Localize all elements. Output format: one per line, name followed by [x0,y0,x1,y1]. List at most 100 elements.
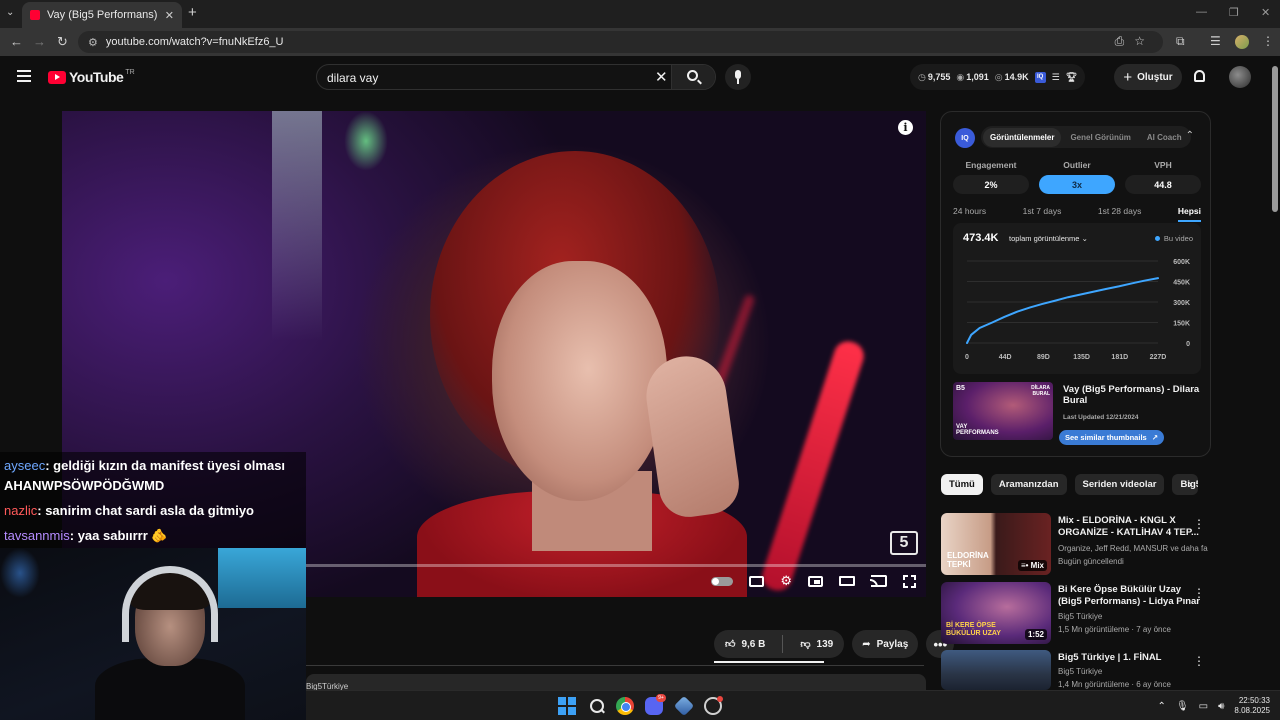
similar-thumbnails-button[interactable]: See similar thumbnails ↗ [1059,430,1164,445]
chip-series[interactable]: Seriden videolar [1074,474,1165,495]
search-button[interactable] [671,65,715,89]
theater-mode-icon[interactable] [839,576,855,586]
current-video-thumbnail[interactable]: B5 DİLARA BURAL VAY PERFORMANS [953,382,1053,440]
extensions-icon[interactable]: ⧉ [1176,34,1185,49]
rec-thumbnail[interactable] [941,650,1051,690]
filter-chips: Tümü Aramanızdan Seriden videolar Big5 [941,474,1199,495]
create-button[interactable]: + Oluştur [1114,64,1182,90]
divider [306,665,924,666]
range-7d[interactable]: 1st 7 days [1023,206,1062,222]
share-button[interactable]: ➦ Paylaş [852,630,919,658]
miniplayer-icon[interactable] [808,575,823,587]
volume-icon[interactable]: 🔊︎ [1218,701,1224,712]
tray-overflow-icon[interactable]: ⌃ [1158,701,1166,712]
subtitles-icon[interactable] [749,575,765,587]
app-icon[interactable] [673,695,695,717]
cast-icon[interactable] [870,575,887,587]
like-progress-underline [714,661,824,663]
browser-profile-avatar[interactable] [1235,35,1249,49]
list-item[interactable]: Bİ KERE ÖPSE BÜKÜLÜR UZAY 1:52 Bi Kere Ö… [941,582,1211,648]
external-link-icon: ↗ [1151,433,1158,442]
tab-search-icon[interactable]: ⌄ [6,7,14,18]
tab-ai-coach[interactable]: AI Coach [1140,128,1189,147]
fullscreen-icon[interactable] [903,574,916,588]
chrome-icon[interactable] [616,697,634,715]
forward-icon[interactable]: → [33,34,46,49]
list-item[interactable]: ELDORİNA TEPKİ ≡• Mix Mix - ELDORİNA - K… [941,513,1211,579]
tab-overview[interactable]: Genel Görünüm [1063,128,1137,147]
collapse-chevron-icon[interactable]: ⌃ [1186,130,1194,141]
range-28d[interactable]: 1st 28 days [1098,206,1141,222]
clear-search-icon[interactable]: ✕ [655,68,668,86]
dislike-button[interactable]: 👎︎ 139 [789,630,844,658]
chip-from-search[interactable]: Aramanızdan [990,474,1067,495]
chip-big5[interactable]: Big5 [1172,474,1199,495]
browser-menu-icon[interactable]: ⋮ [1262,34,1274,48]
new-tab-icon[interactable]: + [188,4,197,21]
scrollbar-thumb[interactable] [1272,66,1278,212]
search-input[interactable] [327,69,647,86]
rec-more-icon[interactable]: ⋮ [1193,586,1205,600]
rec-more-icon[interactable]: ⋮ [1193,517,1205,531]
rec-title[interactable]: Mix - ELDORİNA - KNGL X ORGANİZE - KATLİ… [1058,515,1201,539]
page-scrollbar[interactable] [1272,60,1278,690]
windows-start-icon[interactable] [558,697,576,715]
close-window-icon[interactable]: ✕ [1261,6,1270,19]
vidiq-stats-bar[interactable]: ◷ 9,755 ◉ 1,091 ◎ 14.9K IQ ☰ 🏆︎ [910,64,1086,90]
trophy-icon[interactable]: 🏆︎ [1066,72,1077,83]
clock-icon: ◷ [918,71,926,82]
rec-thumb-text: Bİ KERE ÖPSE BÜKÜLÜR UZAY [946,622,1001,637]
range-24h[interactable]: 24 hours [953,206,986,222]
account-avatar[interactable] [1229,66,1251,88]
rec-thumbnail[interactable]: Bİ KERE ÖPSE BÜKÜLÜR UZAY 1:52 [941,582,1051,644]
hamburger-menu-icon[interactable] [17,70,31,82]
like-button[interactable]: 👍︎ 9,6 B [714,630,776,658]
chip-all[interactable]: Tümü [941,474,983,495]
youtube-logo[interactable]: YouTube TR [48,69,135,85]
channel-watermark[interactable]: 5 [890,531,918,555]
windows-taskbar: 9+ ⌃ 🎙︎ ▭ 🔊︎ 22:50:33 8.08.2025 [306,690,1280,720]
thumb-caption: VAY PERFORMANS [956,424,999,436]
autoplay-toggle[interactable] [711,576,734,586]
address-bar[interactable]: ⚙ youtube.com/watch?v=fnuNkEfz6_U ⎙☆ [78,31,1163,53]
recording-app-icon[interactable] [704,696,723,715]
rec-title[interactable]: Bi Kere Öpse Bükülür Uzay (Big5 Performa… [1058,584,1201,608]
logo-wordmark: YouTube [69,69,124,85]
site-settings-icon[interactable]: ⚙ [88,36,98,49]
reading-list-icon[interactable]: ☰ [1210,34,1221,48]
y-tick-label: 600K [1173,259,1190,266]
clock[interactable]: 22:50:33 8.08.2025 [1234,696,1270,716]
vidiq-icon[interactable]: IQ [1034,71,1046,83]
restore-icon[interactable]: ❐ [1229,6,1239,19]
rec-channel[interactable]: Big5 Türkiye [1058,612,1208,621]
rec-thumbnail[interactable]: ELDORİNA TEPKİ ≡• Mix [941,513,1051,575]
minimize-icon[interactable]: — [1196,6,1207,18]
taskbar-search-icon[interactable] [588,697,606,715]
back-icon[interactable]: ← [10,34,23,49]
info-card-icon[interactable]: i [898,120,913,135]
voice-search-icon[interactable] [725,64,751,90]
microphone-icon[interactable]: 🎙︎ [1176,701,1189,712]
background-monitor [218,548,306,608]
rec-more-icon[interactable]: ⋮ [1193,654,1205,668]
network-icon[interactable]: ▭ [1199,701,1208,712]
rec-meta: Bugün güncellendi [1058,557,1124,566]
tab-views[interactable]: Görüntülenmeler [983,127,1062,147]
share-label: Paylaş [876,638,909,650]
rec-title[interactable]: Big5 Türkiye | 1. FİNAL [1058,652,1201,664]
chat-text: : geldiği kızın da manifest üyesi olması [45,458,286,473]
rec-channel[interactable]: Organize, Jeff Redd, MANSUR ve daha fa..… [1058,544,1208,553]
range-all[interactable]: Hepsi [1177,206,1201,222]
chips-next-chevron-icon[interactable]: › [1188,477,1192,491]
x-tick-label: 89D [1037,354,1050,361]
reload-icon[interactable]: ↻ [57,34,68,50]
omnibox-actions-icon[interactable]: ⎙☆ [1115,34,1155,49]
close-tab-icon[interactable]: ✕ [165,9,174,22]
rec-channel[interactable]: Big5 Türkiye [1058,667,1208,676]
browser-tab-active[interactable]: Vay (Big5 Performans) - Dilara Bural ✕ [22,2,182,28]
time-range-tabs: 24 hours 1st 7 days 1st 28 days Hepsi [953,206,1201,222]
list-icon[interactable]: ☰ [1052,72,1060,83]
settings-gear-icon[interactable]: ⚙ [780,573,792,589]
notifications-bell-icon[interactable] [1194,70,1205,82]
dislike-count: 139 [816,638,834,650]
